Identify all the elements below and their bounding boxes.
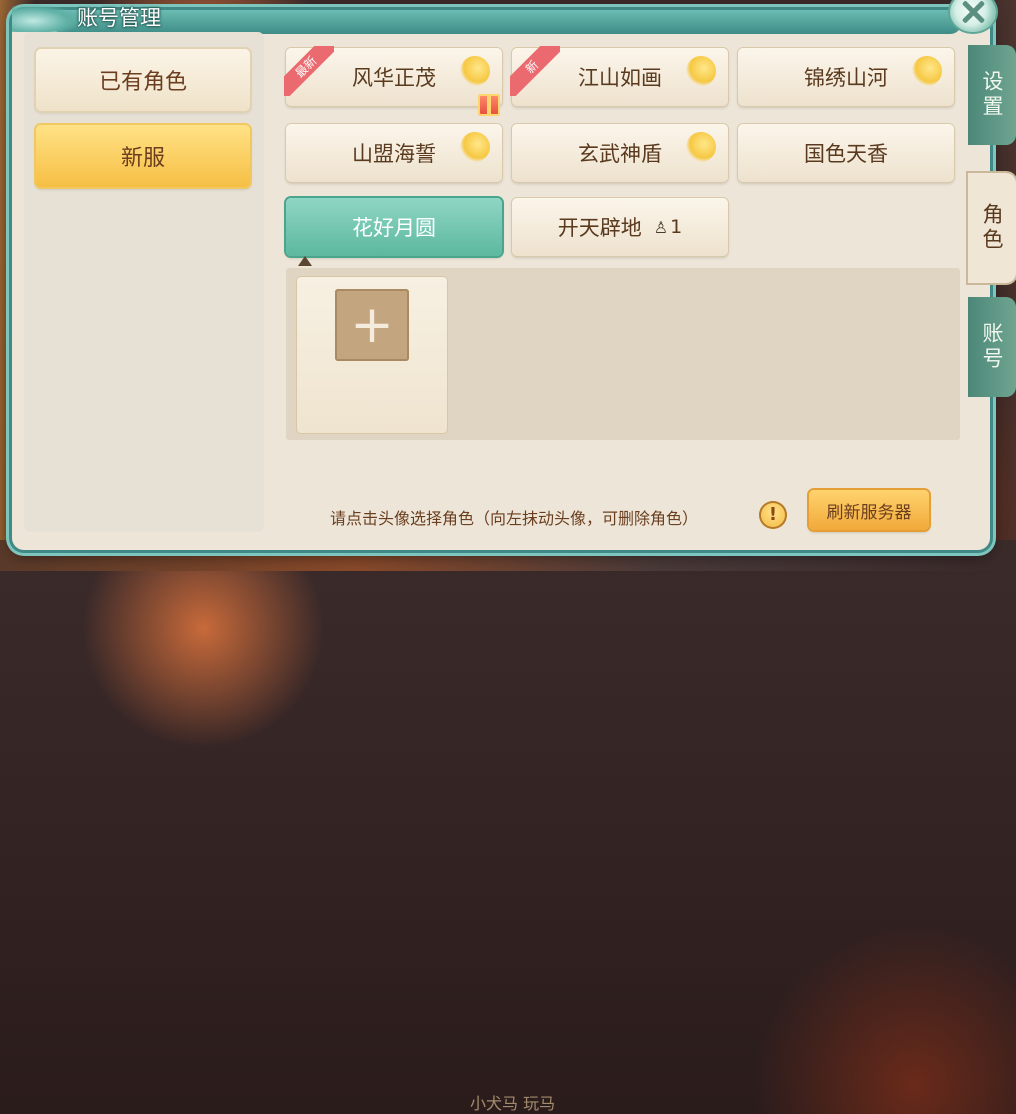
refresh-servers-button[interactable]: 刷新服务器	[809, 490, 929, 530]
warning-icon[interactable]: !	[759, 501, 787, 529]
server-button[interactable]: 江山如画 新	[510, 46, 728, 106]
background-text: 小犬马 玩马	[470, 1094, 556, 1113]
tab-existing-roles[interactable]: 已有角色	[36, 49, 250, 111]
side-tab-settings[interactable]: 设置	[968, 45, 1016, 145]
side-tab-label: 账号	[980, 322, 1004, 372]
gift-icon[interactable]	[478, 94, 500, 116]
server-button[interactable]: 国色天香	[738, 124, 954, 182]
player-icon: ♙	[653, 217, 669, 237]
server-button[interactable]: 锦绣山河	[738, 48, 954, 106]
server-name: 锦绣山河	[804, 66, 888, 90]
side-tab-label: 设置	[980, 70, 1004, 120]
left-panel: 已有角色 新服	[24, 32, 264, 532]
server-name: 开天辟地	[557, 216, 642, 240]
server-name: 玄武神盾	[578, 142, 662, 166]
selection-pointer-icon	[298, 256, 312, 266]
tab-new-servers[interactable]: 新服	[36, 125, 250, 187]
server-name: 风华正茂	[352, 66, 436, 90]
title-bar	[52, 10, 962, 34]
player-count: 1	[670, 216, 683, 238]
server-button[interactable]: 玄武神盾	[512, 124, 728, 182]
moon-icon	[460, 56, 490, 86]
new-badge: 新	[510, 46, 560, 96]
hint-text: 请点击头像选择角色（向左抹动头像，可删除角色）	[330, 509, 699, 528]
new-badge: 最新	[284, 46, 334, 96]
server-name: 山盟海誓	[352, 142, 436, 166]
side-tab-role[interactable]: 角色	[968, 173, 1016, 283]
window-title: 账号管理	[77, 6, 161, 30]
moon-icon	[912, 56, 942, 86]
server-name: 国色天香	[804, 142, 888, 166]
moon-icon	[460, 132, 490, 162]
moon-icon	[686, 56, 716, 86]
server-button[interactable]: 开天辟地 ♙ 1	[512, 198, 728, 256]
side-tab-label: 角色	[980, 203, 1004, 253]
side-tab-account[interactable]: 账号	[968, 297, 1016, 397]
add-role-button[interactable]: +	[335, 289, 409, 361]
moon-icon	[686, 132, 716, 162]
server-button[interactable]: 山盟海誓	[286, 124, 502, 182]
title-ornament-icon	[12, 4, 82, 32]
server-name: 花好月圆	[352, 216, 436, 240]
server-name: 江山如画	[578, 66, 662, 90]
server-button[interactable]: 风华正茂 最新	[284, 46, 502, 116]
server-button-selected[interactable]: 花好月圆	[286, 198, 502, 256]
